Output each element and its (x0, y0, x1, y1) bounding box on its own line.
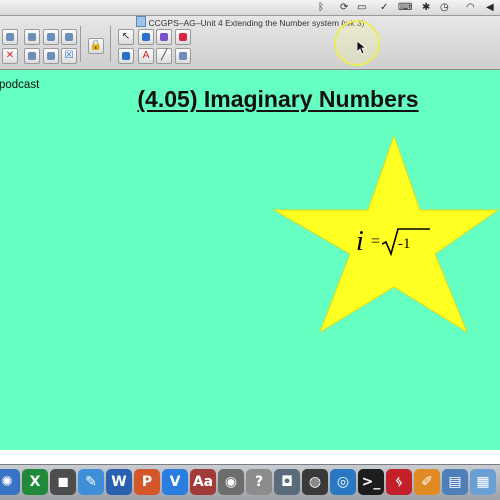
dock-camera-icon[interactable]: ◘ (274, 469, 300, 495)
menu-bar: ᛒ ⟳ ▭ ✓ ⌨ ✱ ◷ ◠ ◀ (0, 0, 500, 16)
toolbar-separator (110, 26, 111, 62)
fill-icon-glyph (179, 33, 187, 41)
wifi-icon[interactable]: ◠ (466, 2, 475, 14)
time-machine-icon[interactable]: ◷ (440, 2, 449, 14)
close-icon[interactable]: ☒ (61, 48, 77, 64)
dock-podcast-icon[interactable]: ◍ (302, 469, 328, 495)
copy-page-icon[interactable] (43, 29, 59, 45)
podcast-label: podcast (0, 79, 40, 91)
formula-i-equals-sqrt-minus-1: i = -1 (356, 226, 446, 258)
creative-pen-icon-glyph (122, 52, 130, 60)
formula-equals: = (371, 233, 381, 250)
dock-help-icon[interactable]: ? (246, 469, 272, 495)
table-icon-glyph (47, 52, 55, 60)
toolbar-separator (80, 26, 81, 62)
eraser-icon-glyph (179, 52, 187, 60)
pen-icon[interactable] (138, 29, 154, 45)
line-icon[interactable]: ╱ (156, 48, 172, 64)
dock-facetime-icon[interactable]: ◼ (50, 469, 76, 495)
highlighter-icon-glyph (160, 33, 168, 41)
dock-folder-icon[interactable]: ▦ (470, 469, 496, 495)
new-page-icon-glyph (6, 33, 14, 41)
text-icon[interactable]: A (138, 48, 154, 64)
volume-icon[interactable]: ◀ (486, 2, 494, 14)
table-icon[interactable] (43, 48, 59, 64)
dock-powerpoint-icon[interactable]: P (134, 469, 160, 495)
page-title: (4.05) Imaginary Numbers (137, 86, 419, 112)
highlighter-icon[interactable] (156, 29, 172, 45)
formula-variable: i (356, 226, 364, 257)
select-arrow-icon[interactable]: ↖ (118, 29, 134, 45)
canvas-footer (0, 450, 500, 464)
dock-photo-booth-icon[interactable]: ◉ (218, 469, 244, 495)
dock-word-icon[interactable]: W (106, 469, 132, 495)
bluetooth-status-icon[interactable]: ✱ (422, 2, 430, 14)
keyboard-icon[interactable]: ⌨ (398, 2, 412, 14)
insert-page-icon-glyph (28, 33, 36, 41)
creative-pen-icon[interactable] (118, 48, 134, 64)
checkbox-icon[interactable]: ✓ (380, 2, 388, 14)
lock-icon[interactable]: 🔒 (88, 38, 104, 54)
dock: ✺ X ◼ ✎ W P V Aa ◉? ◘ ◍ ◎ >_ ᛃ ✐ ▤ ▦ (0, 464, 500, 500)
dock-preview-icon[interactable]: ▤ (442, 469, 468, 495)
document-icon (135, 16, 146, 27)
mouse-pointer-icon (357, 41, 367, 55)
bluetooth-icon[interactable]: ᛒ (318, 2, 324, 14)
capture-icon[interactable] (61, 29, 77, 45)
dock-dictionary-icon[interactable]: Aa (190, 469, 216, 495)
dock-safari-icon[interactable]: ✺ (0, 469, 20, 495)
dock-textedit-icon[interactable]: ✎ (78, 469, 104, 495)
dock-smartboard-icon[interactable]: V (162, 469, 188, 495)
dock-pages-icon[interactable]: ✐ (414, 469, 440, 495)
sync-icon[interactable]: ⟳ (340, 2, 348, 14)
window-title: CCGPS–AG–Unit 4 Extending the Number sys… (0, 16, 500, 30)
eraser-icon[interactable] (175, 48, 191, 64)
insert-page-icon[interactable] (24, 29, 40, 45)
window-title-text: CCGPS–AG–Unit 4 Extending the Number sys… (148, 18, 365, 28)
dock-excel-icon[interactable]: X (22, 469, 48, 495)
pen-icon-glyph (142, 33, 150, 41)
dock-acrobat-icon[interactable]: ᛃ (386, 469, 412, 495)
dock-terminal-icon[interactable]: >_ (358, 469, 384, 495)
formula-radicand: -1 (398, 236, 411, 252)
screen-icon-glyph (28, 52, 36, 60)
screen-icon[interactable] (24, 48, 40, 64)
dock-dvd-icon[interactable]: ◎ (330, 469, 356, 495)
fill-icon[interactable] (175, 29, 191, 45)
new-page-icon[interactable] (2, 29, 18, 45)
display-icon[interactable]: ▭ (357, 2, 366, 14)
delete-icon[interactable]: ✕ (2, 48, 18, 64)
copy-page-icon-glyph (47, 33, 55, 41)
capture-icon-glyph (65, 33, 73, 41)
